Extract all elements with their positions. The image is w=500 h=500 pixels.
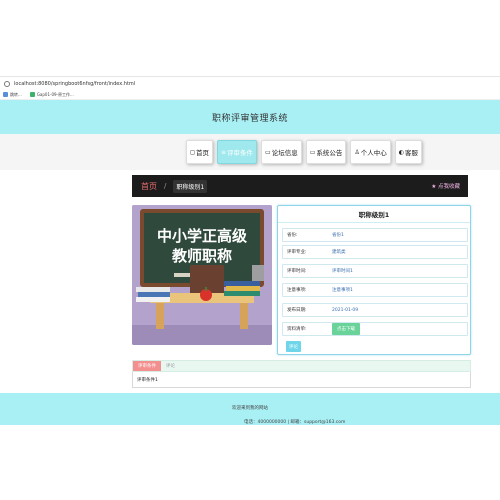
row-value: 注意事项1 [332,288,353,293]
site-footer: 欢迎来到我的网站 电话：4000000000 | 邮箱：support@163.… [0,393,500,425]
tab-comments[interactable]: 评论 [161,361,180,371]
nav-label: 客服 [405,149,418,157]
detail-row-publish-date: 发布日期: 2021-01-09 [282,303,468,317]
page: localhost:8080/springboot6nfsg/front/ind… [0,0,500,500]
detail-row-province: 省份: 省份1 [282,228,468,242]
site-header: 职称评审管理系统 [0,100,500,134]
row-value: 2021-01-09 [332,307,359,313]
support-icon: ◐ [398,148,404,156]
nav-bar: ◻ 首页 ≡ 评审条件 ▭ 论坛信息 ▭ 系统公告 ♙ 个人中心 ◐ 客服 [0,134,500,170]
nav-item-forum[interactable]: ▭ 论坛信息 [261,140,302,164]
nav-item-customer-service[interactable]: ◐ 客服 [394,140,422,164]
chalkboard-illustration: 中小学正高级 教师职称 [132,205,272,345]
title-image: 中小学正高级 教师职称 [132,205,272,345]
nav-label: 个人中心 [360,149,387,157]
bookmarks-bar: 跳转... Gap01-09-原工作... [0,90,500,100]
nav-menu: ◻ 首页 ≡ 评审条件 ▭ 论坛信息 ▭ 系统公告 ♙ 个人中心 ◐ 客服 [186,140,422,164]
bookmark-item[interactable]: 跳转... [3,92,22,98]
bookmark-icon [3,92,8,97]
nav-item-personal-center[interactable]: ♙ 个人中心 [350,140,391,164]
site-title: 职称评审管理系统 [211,113,288,124]
detail-title: 职称级别1 [278,206,470,223]
nav-label: 系统公告 [316,149,343,157]
address-bar[interactable]: localhost:8080/springboot6nfsg/front/ind… [0,76,500,90]
row-label: 评审专业: [287,250,307,255]
breadcrumb-home-link[interactable]: 首页 [141,181,157,192]
row-label: 省份: [287,233,298,238]
detail-row-major: 评审专业: 建筑类 [282,245,468,259]
list-icon: ≡ [220,148,227,156]
row-value: 建筑类 [332,250,346,255]
bookmark-label: 跳转... [10,91,22,97]
bookmark-label: Gap01-09-原工作... [36,91,74,97]
bookmark-item[interactable]: Gap01-09-原工作... [29,91,74,98]
row-value: 评审时间1 [332,269,353,274]
favorite-button[interactable]: ★ 点我收藏 [431,182,460,190]
nav-label: 论坛信息 [271,149,298,157]
tab-bar: 评审条件 评论 [132,360,471,372]
nav-item-home[interactable]: ◻ 首页 [186,140,213,164]
banner-line2: 教师职称 [171,247,232,265]
bookmark-icon [29,92,35,97]
forum-icon: ▭ [265,148,271,156]
row-label: 评审时间: [287,269,307,274]
breadcrumb-separator: / [164,182,167,190]
tab-content: 评审条件1 [132,372,471,388]
info-icon [4,80,10,87]
detail-card: 职称级别1 省份: 省份1 评审专业: 建筑类 评审时间: 评审时间1 注意事项… [277,205,471,355]
row-label: 发布日期: [287,308,307,313]
detail-row-review-time: 评审时间: 评审时间1 [282,264,468,278]
banner-line1: 中小学正高级 [157,227,248,245]
nav-item-review-conditions[interactable]: ≡ 评审条件 [216,140,258,164]
footer-contact: 电话：4000000000 | 邮箱：support@163.com [244,420,346,425]
nav-item-announcements[interactable]: ▭ 系统公告 [305,140,347,164]
user-icon: ♙ [354,148,360,156]
breadcrumb-current: 职称级别1 [173,179,208,193]
review-button[interactable]: 评论 [286,341,301,352]
row-value: 省份1 [332,233,344,238]
home-icon: ◻ [190,148,195,156]
url-text[interactable]: localhost:8080/springboot6nfsg/front/ind… [14,81,135,87]
row-label: 注意事项: [287,288,307,293]
breadcrumb: 首页 / 职称级别1 ★ 点我收藏 [132,175,468,197]
detail-row-notes: 注意事项: 注意事项1 [282,283,468,297]
detail-row-materials: 资料清单: 点击下载 [282,322,468,336]
row-label: 资料清单: [287,327,307,332]
nav-label: 评审条件 [227,149,254,157]
announcement-icon: ▭ [309,148,316,156]
download-button[interactable]: 点击下载 [332,323,360,335]
nav-label: 首页 [195,149,209,157]
footer-welcome: 欢迎来到我的网站 [232,406,268,411]
tab-review-conditions[interactable]: 评审条件 [133,361,161,371]
